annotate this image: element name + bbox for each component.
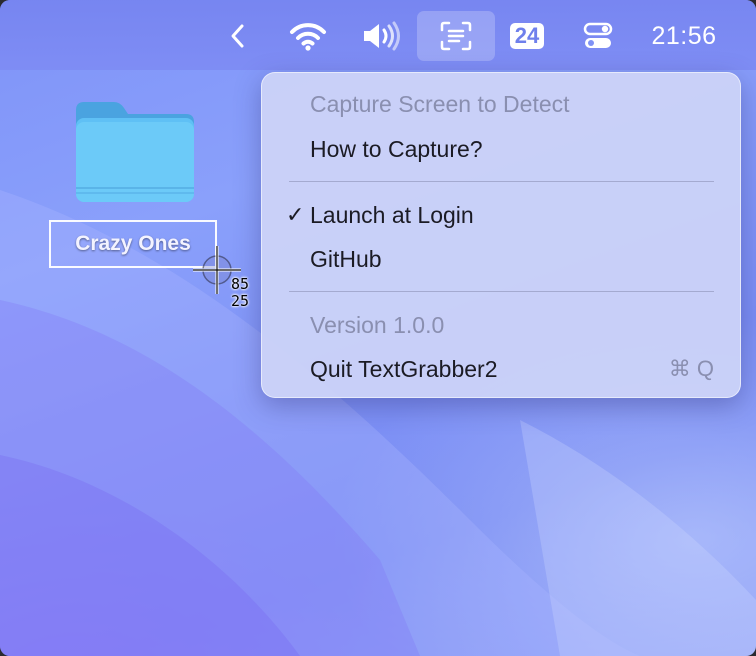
control-center-button[interactable] — [576, 11, 620, 61]
cursor-coordinates: 85 25 — [231, 276, 249, 310]
desktop-folder[interactable] — [70, 98, 200, 208]
keyboard-shortcut: ⌘ Q — [668, 356, 714, 381]
calendar-badge-button[interactable]: 24 — [503, 11, 551, 61]
menu-item-label: Launch at Login — [310, 201, 474, 228]
volume-button[interactable] — [356, 11, 408, 61]
chevron-left-icon — [230, 23, 246, 49]
text-grabber-menu-button[interactable] — [417, 11, 495, 61]
textgrabber-dropdown-menu: Capture Screen to Detect How to Capture?… — [261, 72, 741, 398]
calendar-badge-icon: 24 — [509, 23, 545, 49]
menu-item-launch-at-login[interactable]: ✓ Launch at Login — [262, 195, 740, 235]
menu-item-label: How to Capture? — [310, 135, 483, 162]
menu-item-label: Capture Screen to Detect — [310, 90, 570, 117]
menubar-overflow-button[interactable] — [222, 11, 254, 61]
menu-item-label: Quit TextGrabber2 — [310, 355, 498, 382]
menubar-clock[interactable]: 21:56 — [642, 11, 726, 61]
menu-item-github[interactable]: GitHub — [262, 239, 740, 279]
folder-icon — [70, 102, 200, 212]
menu-separator — [289, 181, 714, 182]
folder-label[interactable]: Crazy Ones — [49, 220, 217, 268]
checkmark-icon: ✓ — [286, 202, 305, 227]
menu-item-capture-screen: Capture Screen to Detect — [262, 84, 740, 124]
speaker-volume-icon — [360, 21, 404, 51]
menu-item-label: GitHub — [310, 245, 382, 272]
menu-item-how-to-capture[interactable]: How to Capture? — [262, 129, 740, 169]
menu-item-label: Version 1.0.0 — [310, 311, 445, 338]
wifi-button[interactable] — [284, 11, 332, 61]
desktop-screen: 24 21:56 Crazy Ones 85 25 Capture Screen… — [0, 0, 756, 656]
menu-item-quit[interactable]: Quit TextGrabber2 ⌘ Q — [262, 349, 740, 389]
control-center-icon — [583, 21, 613, 51]
menu-item-version: Version 1.0.0 — [262, 305, 740, 345]
menu-separator — [289, 291, 714, 292]
menu-bar: 24 21:56 — [0, 0, 756, 70]
cursor-coord-y: 25 — [231, 292, 250, 310]
wifi-icon — [289, 21, 327, 51]
cursor-coord-x: 85 — [231, 275, 250, 293]
text-grabber-scan-icon — [440, 21, 472, 51]
